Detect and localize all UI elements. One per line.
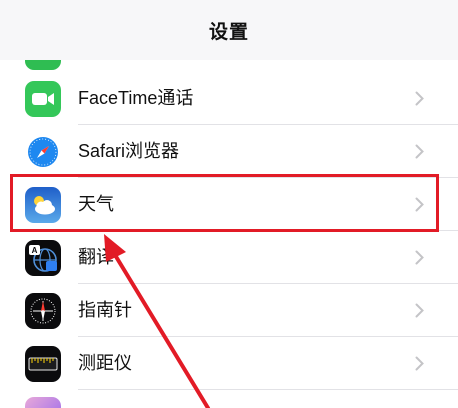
settings-row-facetime[interactable]: FaceTime通话 xyxy=(0,72,458,125)
compass-icon xyxy=(25,293,61,329)
facetime-icon xyxy=(25,81,61,117)
safari-icon xyxy=(25,134,61,170)
settings-row-compass[interactable]: 指南针 xyxy=(0,284,458,337)
chevron-right-icon xyxy=(412,284,426,337)
settings-row-translate[interactable]: A 翻译 xyxy=(0,231,458,284)
measure-icon xyxy=(25,346,61,382)
chevron-right-icon xyxy=(412,337,426,390)
settings-row-measure[interactable]: 测距仪 xyxy=(0,337,458,390)
chevron-right-icon xyxy=(412,125,426,178)
row-label: 测距仪 xyxy=(78,353,132,373)
partial-app-icon xyxy=(25,60,61,70)
row-label: 翻译 xyxy=(78,247,114,267)
navigation-bar: 设置 xyxy=(0,0,458,61)
row-label: 指南针 xyxy=(78,300,132,320)
settings-row-safari[interactable]: Safari浏览器 xyxy=(0,125,458,178)
row-divider xyxy=(78,389,458,390)
row-label: Safari浏览器 xyxy=(78,141,180,161)
partial-app-icon xyxy=(25,397,61,408)
translate-icon: A xyxy=(25,240,61,276)
chevron-right-icon xyxy=(412,72,426,125)
highlight-box xyxy=(10,174,439,232)
row-label: FaceTime通话 xyxy=(78,88,194,108)
page-title: 设置 xyxy=(208,21,249,43)
svg-text:A: A xyxy=(32,246,38,255)
chevron-right-icon xyxy=(412,231,426,284)
